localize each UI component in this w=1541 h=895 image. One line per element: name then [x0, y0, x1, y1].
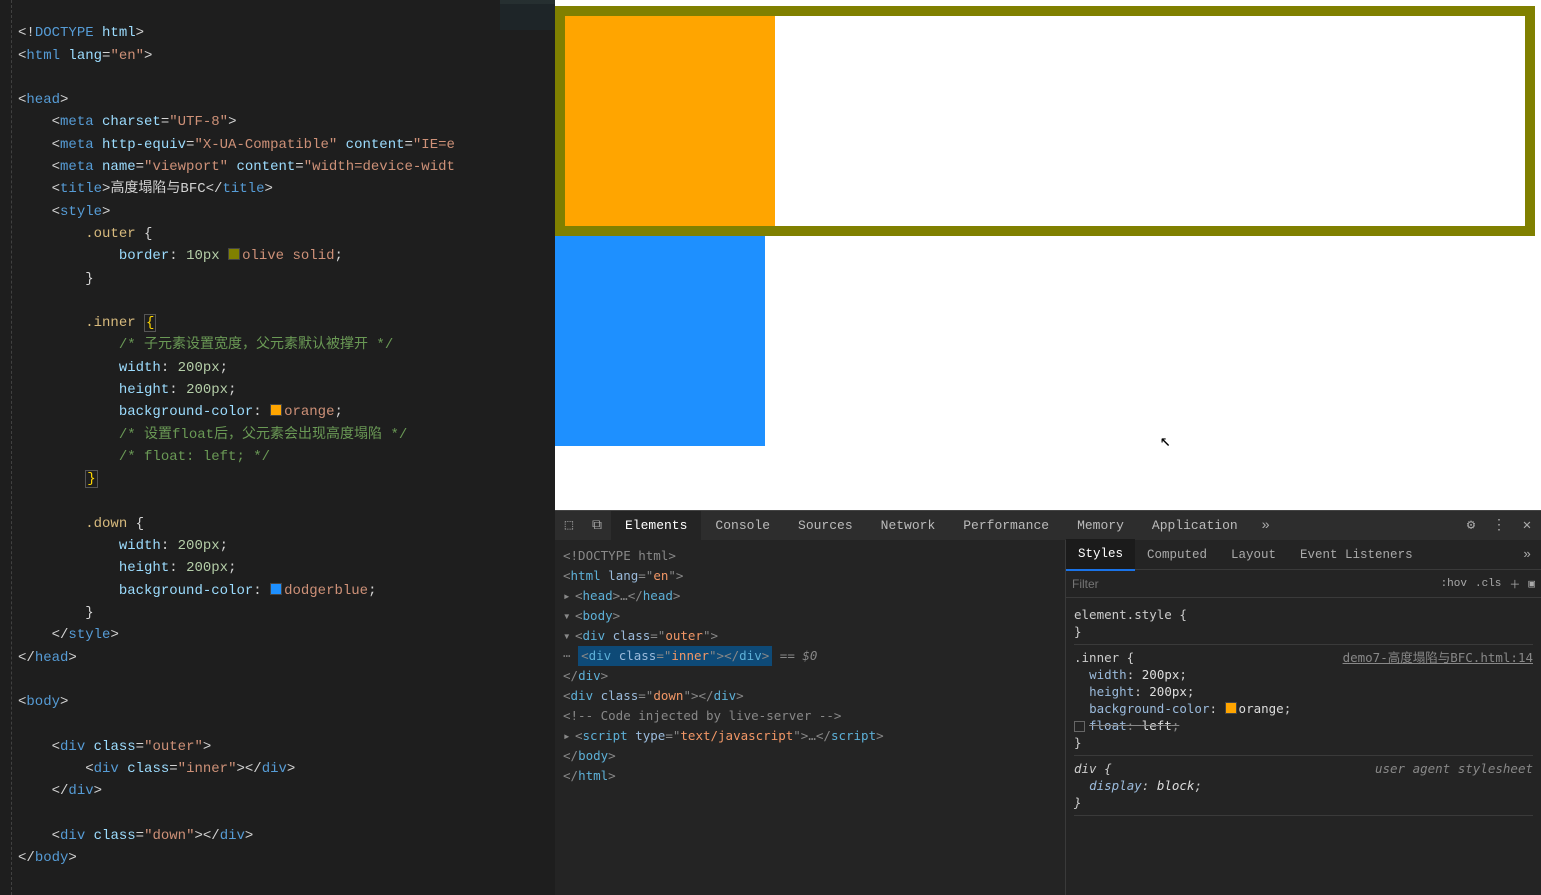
styles-filter-input[interactable]: [1072, 577, 1433, 591]
tab-console[interactable]: Console: [701, 511, 784, 541]
styles-filter-row: :hov .cls ＋ ▣: [1066, 570, 1541, 598]
right-pane: ↖ ⬚ ⧉ Elements Console Sources Network P…: [555, 0, 1541, 895]
code-area[interactable]: <!DOCTYPE html> <html lang="en"> <head> …: [12, 0, 555, 895]
tab-memory[interactable]: Memory: [1063, 511, 1138, 541]
tab-application[interactable]: Application: [1138, 511, 1252, 541]
inspect-element-icon[interactable]: ⬚: [555, 517, 583, 534]
preview-down-div: [555, 236, 765, 446]
subtab-event-listeners[interactable]: Event Listeners: [1288, 540, 1425, 570]
close-devtools-icon[interactable]: ✕: [1513, 517, 1541, 534]
device-toolbar-icon[interactable]: ⧉: [583, 518, 611, 534]
code-editor-pane: <!DOCTYPE html> <html lang="en"> <head> …: [0, 0, 555, 895]
color-swatch-orange: [270, 404, 282, 416]
tabs-overflow-icon[interactable]: »: [1252, 518, 1280, 534]
devtools-tabbar: ⬚ ⧉ Elements Console Sources Network Per…: [555, 510, 1541, 540]
devtools-panel: ⬚ ⧉ Elements Console Sources Network Per…: [555, 510, 1541, 895]
subtab-styles[interactable]: Styles: [1066, 539, 1135, 571]
new-rule-icon[interactable]: ＋: [1509, 576, 1520, 592]
preview-inner-div: [565, 16, 775, 226]
editor-minimap[interactable]: [500, 0, 555, 200]
editor-gutter: [0, 0, 12, 895]
preview-outer-div: [555, 6, 1535, 236]
tab-performance[interactable]: Performance: [949, 511, 1063, 541]
subtab-layout[interactable]: Layout: [1219, 540, 1288, 570]
color-swatch-orange-dt[interactable]: [1225, 702, 1237, 714]
kebab-menu-icon[interactable]: ⋮: [1485, 517, 1513, 534]
dom-tree[interactable]: <!DOCTYPE html> <html lang="en"> ▸<head>…: [555, 540, 1066, 895]
browser-preview: ↖: [555, 0, 1541, 510]
tab-elements[interactable]: Elements: [611, 511, 701, 541]
hov-button[interactable]: :hov: [1441, 578, 1467, 590]
styles-subtabs: Styles Computed Layout Event Listeners »: [1066, 540, 1541, 570]
color-swatch-dodgerblue: [270, 583, 282, 595]
tab-network[interactable]: Network: [867, 511, 950, 541]
mouse-cursor-icon: ↖: [1160, 430, 1171, 452]
toggle-pane-icon[interactable]: ▣: [1528, 577, 1535, 591]
source-link[interactable]: demo7-高度塌陷与BFC.html:14: [1343, 649, 1533, 666]
user-agent-label: user agent stylesheet: [1375, 760, 1533, 777]
element-style-heading: element.style {: [1074, 606, 1533, 623]
tab-sources[interactable]: Sources: [784, 511, 867, 541]
property-checkbox[interactable]: [1074, 721, 1085, 732]
subtab-computed[interactable]: Computed: [1135, 540, 1219, 570]
subtabs-overflow-icon[interactable]: »: [1513, 547, 1541, 562]
styles-pane: Styles Computed Layout Event Listeners »…: [1066, 540, 1541, 895]
css-rules[interactable]: element.style { } demo7-高度塌陷与BFC.html:14…: [1066, 598, 1541, 895]
cls-button[interactable]: .cls: [1475, 578, 1501, 590]
color-swatch-olive: [228, 248, 240, 260]
settings-gear-icon[interactable]: ⚙: [1457, 517, 1485, 534]
